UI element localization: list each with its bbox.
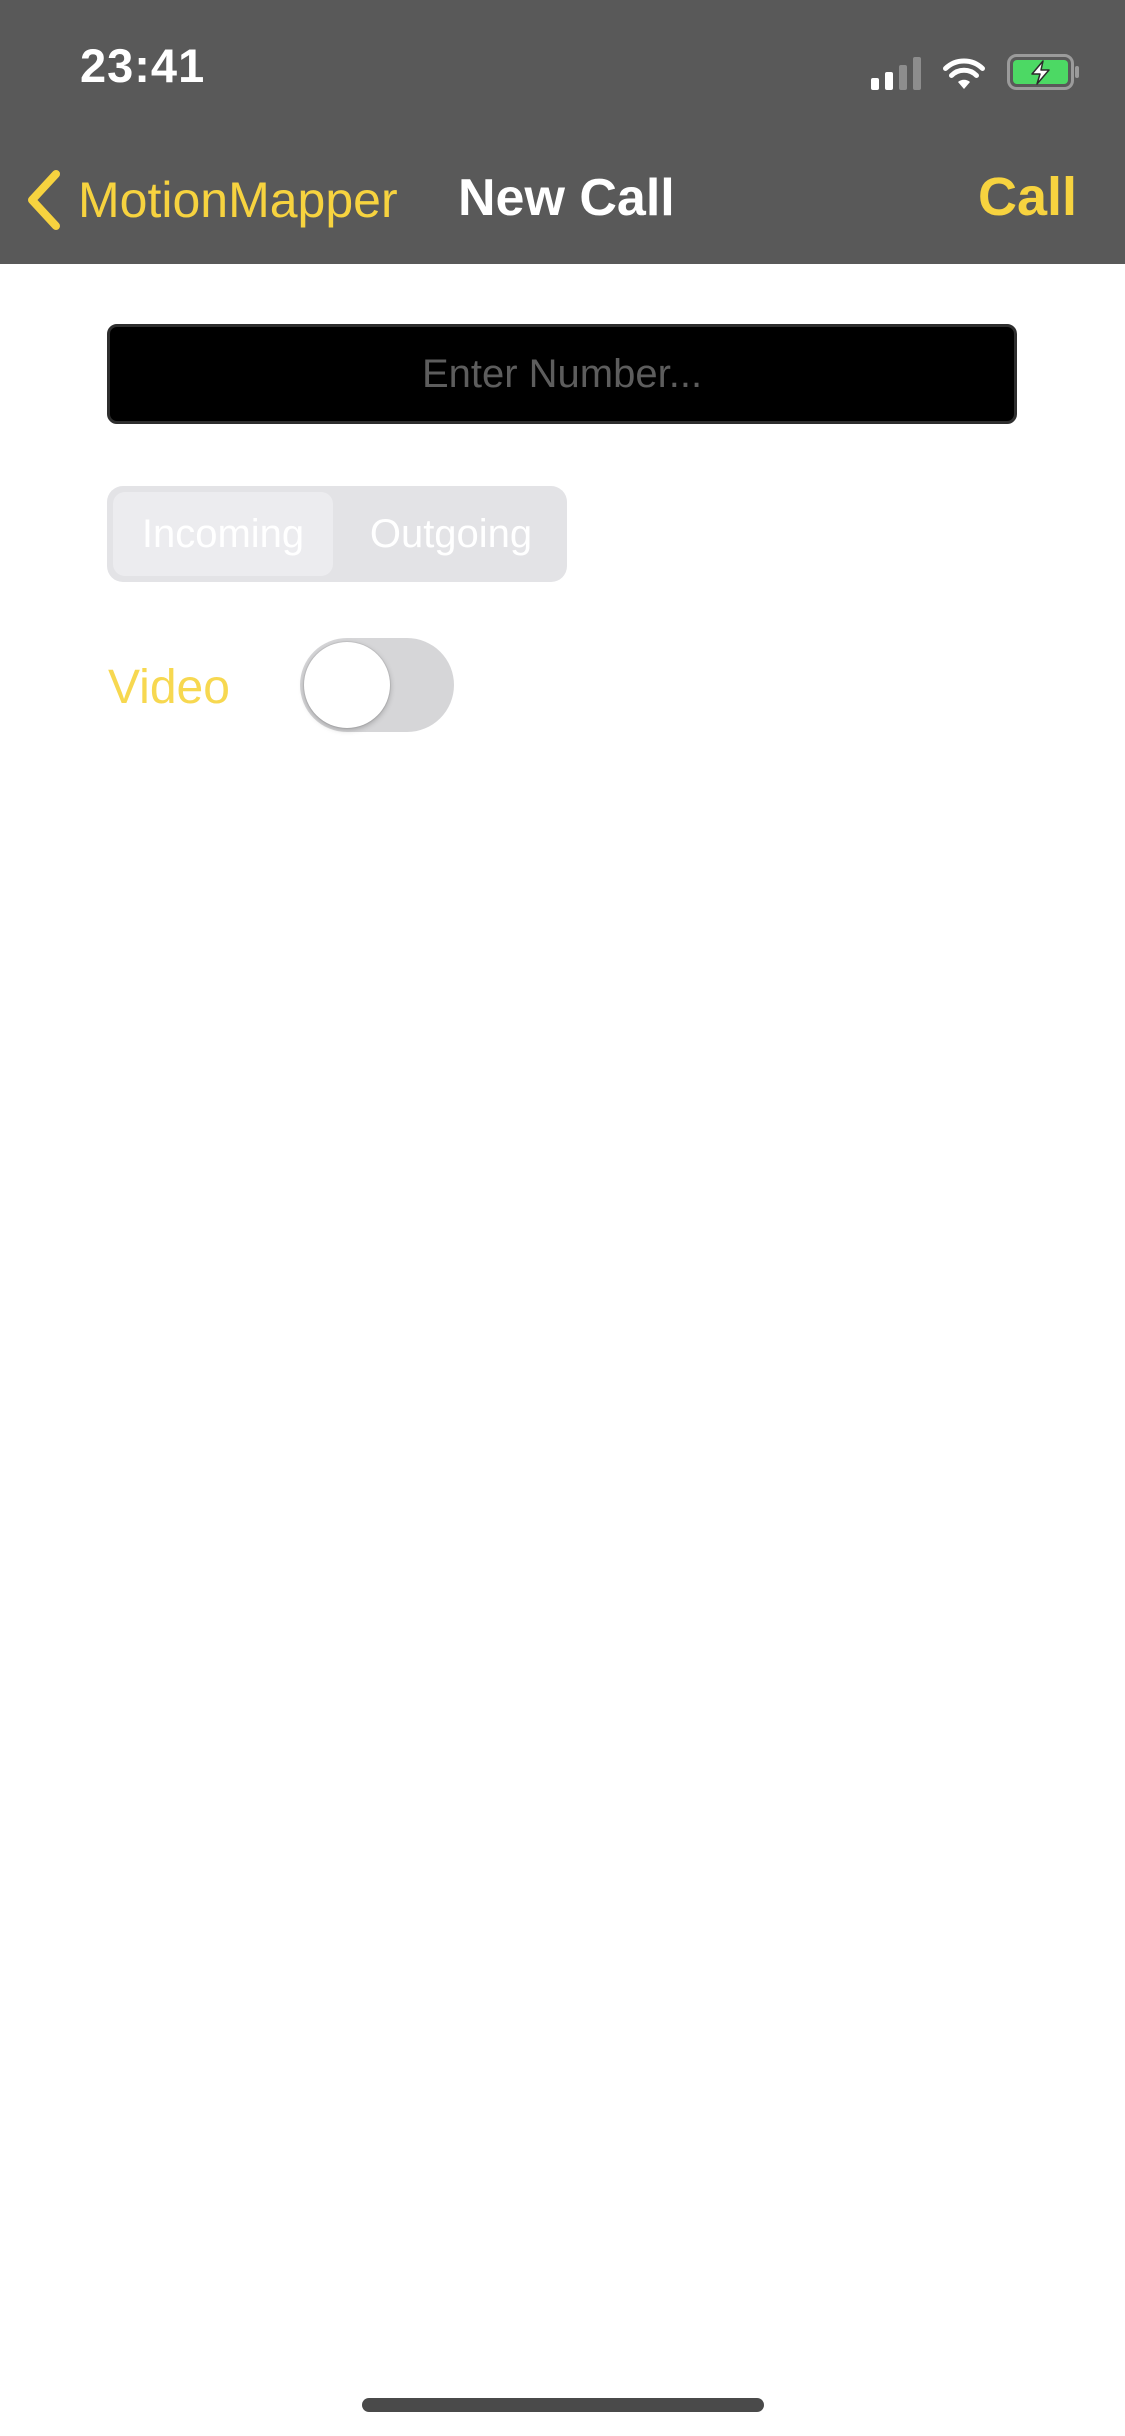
page-title: New Call <box>458 169 675 227</box>
header: 23:41 MotionMapper New Call Call <box>0 0 1125 264</box>
segment-incoming[interactable]: Incoming <box>113 492 333 576</box>
chevron-left-icon <box>28 170 60 230</box>
segment-outgoing[interactable]: Outgoing <box>341 492 561 576</box>
back-button-label: MotionMapper <box>78 172 398 228</box>
toggle-knob <box>304 642 390 728</box>
video-toggle[interactable] <box>300 638 454 732</box>
signal-icon <box>871 56 921 90</box>
call-button[interactable]: Call <box>978 166 1077 228</box>
back-button[interactable]: MotionMapper <box>24 160 398 240</box>
battery-charging-icon <box>1007 54 1079 90</box>
wifi-icon <box>943 58 985 89</box>
video-label: Video <box>108 661 230 714</box>
direction-segmented-control: Incoming Outgoing <box>107 486 567 582</box>
number-input[interactable] <box>107 324 1017 424</box>
status-time: 23:41 <box>80 39 206 92</box>
status-icons <box>871 50 1081 90</box>
home-indicator[interactable] <box>362 2398 764 2412</box>
new-call-screen: 23:41 MotionMapper New Call Call Enter N… <box>0 0 1125 2436</box>
